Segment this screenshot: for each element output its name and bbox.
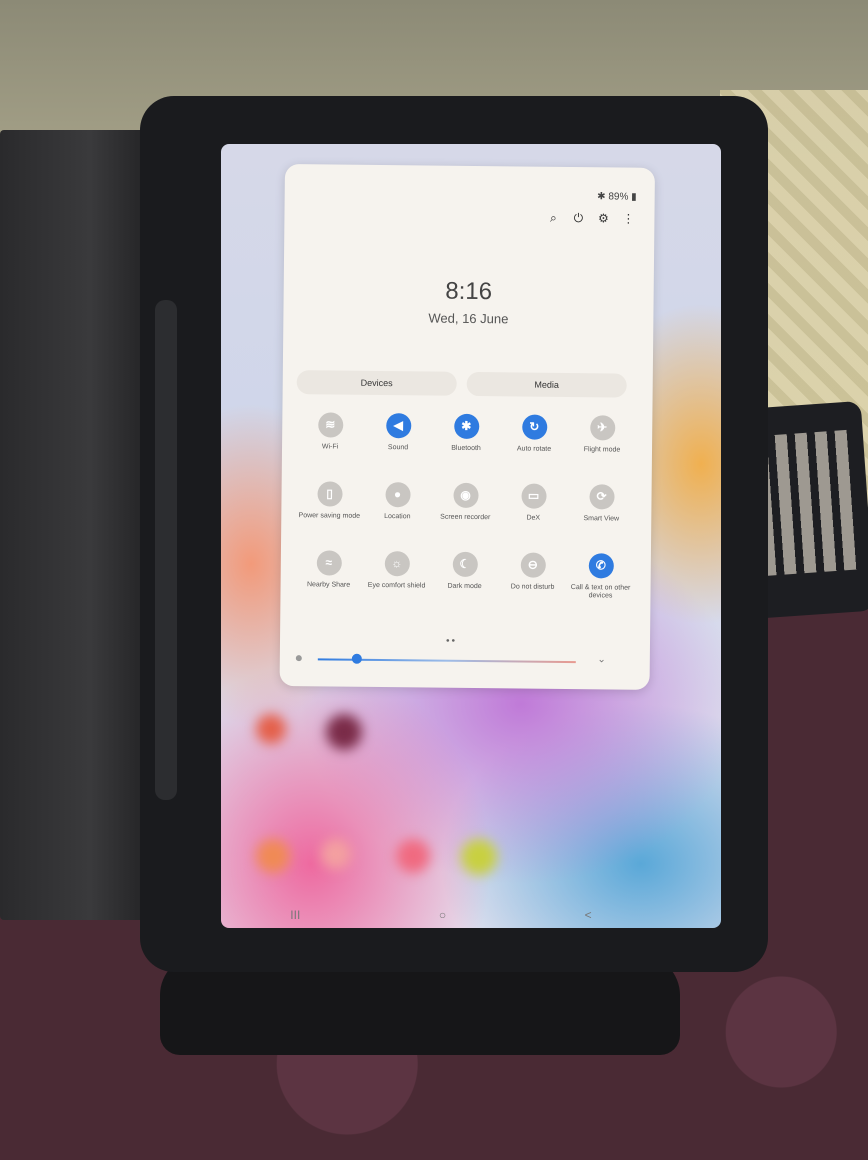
more-icon[interactable]: ⋮ — [622, 212, 634, 226]
quick-tile[interactable]: ▭ DeX — [499, 483, 568, 539]
search-icon[interactable]: ⌕ — [547, 211, 559, 225]
quick-tile[interactable]: ✆ Call & text on other devices — [566, 553, 635, 609]
dex-icon[interactable]: ▭ — [520, 483, 547, 509]
quick-tile[interactable]: ◉ Screen recorder — [431, 482, 500, 539]
back-button[interactable]: < — [585, 908, 592, 922]
quick-tile-label: Smart View — [583, 515, 620, 523]
battery-icon[interactable]: ▯ — [316, 481, 343, 507]
clock-time[interactable]: 8:16 — [284, 276, 654, 308]
quick-tile-label: Screen recorder — [440, 513, 491, 522]
quick-tile-label: Do not disturb — [510, 583, 555, 591]
quick-tile[interactable]: ☾ Dark mode — [430, 551, 499, 608]
quick-settings-grid: ≋ Wi-Fi ◀ Sound ✱ Bluetooth ↻ Auto rotate ✈ Fligh… — [294, 412, 636, 609]
media-button[interactable]: Media — [466, 371, 627, 398]
gear-icon[interactable]: ⚙ — [597, 211, 609, 225]
screen-recorder-icon[interactable]: ◉ — [452, 482, 479, 509]
quick-tile-label: Eye comfort shield — [367, 581, 426, 590]
call-icon[interactable]: ✆ — [588, 553, 614, 579]
quick-tile[interactable]: ✱ Bluetooth — [432, 413, 501, 470]
quick-tile-label: DeX — [526, 514, 541, 522]
bluetooth-icon[interactable]: ✱ — [453, 413, 479, 440]
quick-tile-label: Power saving mode — [298, 512, 361, 520]
brightness-thumb[interactable] — [351, 653, 362, 664]
chevron-down-icon[interactable]: ⌄ — [597, 654, 606, 665]
app-icon[interactable] — [256, 714, 286, 744]
quick-tile-label: Sound — [387, 444, 409, 452]
battery-icon: ▮ — [631, 191, 637, 203]
bluetooth-icon: ✱ — [597, 191, 606, 203]
brightness-control: ⌄ — [295, 651, 636, 671]
app-icon[interactable] — [461, 839, 497, 875]
quick-tile[interactable]: ↻ Auto rotate — [500, 414, 569, 470]
page-indicator: •• — [445, 635, 458, 647]
devices-button[interactable]: Devices — [296, 370, 457, 396]
quick-tile[interactable]: ≋ Wi-Fi — [296, 412, 365, 468]
quick-tile[interactable]: ≈ Nearby Share — [294, 550, 363, 606]
status-bar: ✱ 89% ▮ — [597, 191, 637, 202]
quick-tile-label: Bluetooth — [451, 444, 481, 453]
quick-tile-label: Flight mode — [583, 446, 621, 454]
location-icon[interactable]: ● — [384, 482, 411, 508]
stylus — [155, 300, 177, 800]
wifi-icon[interactable]: ≋ — [317, 412, 343, 438]
brightness-icon — [295, 655, 302, 662]
airplane-icon[interactable]: ✈ — [589, 415, 615, 441]
quick-panel-toolbar: ⌕ ⏻ ⚙ ⋮ — [547, 211, 635, 226]
quick-tile-label: Wi-Fi — [321, 443, 339, 451]
clock-date: Wed, 16 June — [428, 310, 509, 327]
quick-tile[interactable]: ⊖ Do not disturb — [498, 552, 567, 608]
navigation-bar: III ○ < — [221, 900, 661, 930]
do-not-disturb-icon[interactable]: ⊖ — [520, 552, 546, 578]
app-icon[interactable] — [256, 839, 290, 873]
recents-button[interactable]: III — [290, 908, 300, 922]
app-icon[interactable] — [396, 839, 430, 873]
rotate-icon[interactable]: ↻ — [521, 414, 547, 440]
power-icon[interactable]: ⏻ — [572, 211, 584, 225]
quick-tile-label: Auto rotate — [516, 445, 552, 453]
quick-tile[interactable]: ▯ Power saving mode — [295, 481, 364, 537]
quick-tile[interactable]: ● Location — [363, 482, 432, 538]
smart-view-icon[interactable]: ⟳ — [588, 484, 615, 510]
quick-tile[interactable]: ☼ Eye comfort shield — [362, 551, 431, 607]
sound-icon[interactable]: ◀ — [385, 413, 411, 439]
nearby-share-icon[interactable]: ≈ — [316, 550, 342, 576]
moon-icon[interactable]: ☾ — [452, 551, 478, 578]
app-icon[interactable] — [326, 714, 362, 750]
eye-comfort-icon[interactable]: ☼ — [384, 551, 410, 577]
battery-percent: 89% — [608, 191, 629, 203]
quick-tile[interactable]: ⟳ Smart View — [567, 484, 636, 540]
quick-tile[interactable]: ✈ Flight mode — [568, 415, 637, 471]
quick-tile[interactable]: ◀ Sound — [364, 413, 433, 469]
tablet-cover — [0, 130, 150, 920]
quick-tile-label: Nearby Share — [306, 581, 351, 589]
home-button[interactable]: ○ — [439, 908, 446, 922]
app-icon[interactable] — [321, 839, 351, 869]
quick-panel: ✱ 89% ▮ ⌕ ⏻ ⚙ ⋮ 8:16 Wed, 16 June Device… — [279, 164, 655, 690]
quick-tile-label: Call & text on other devices — [570, 584, 631, 600]
quick-tile-label: Dark mode — [447, 582, 482, 591]
quick-tile-label: Location — [384, 513, 411, 521]
